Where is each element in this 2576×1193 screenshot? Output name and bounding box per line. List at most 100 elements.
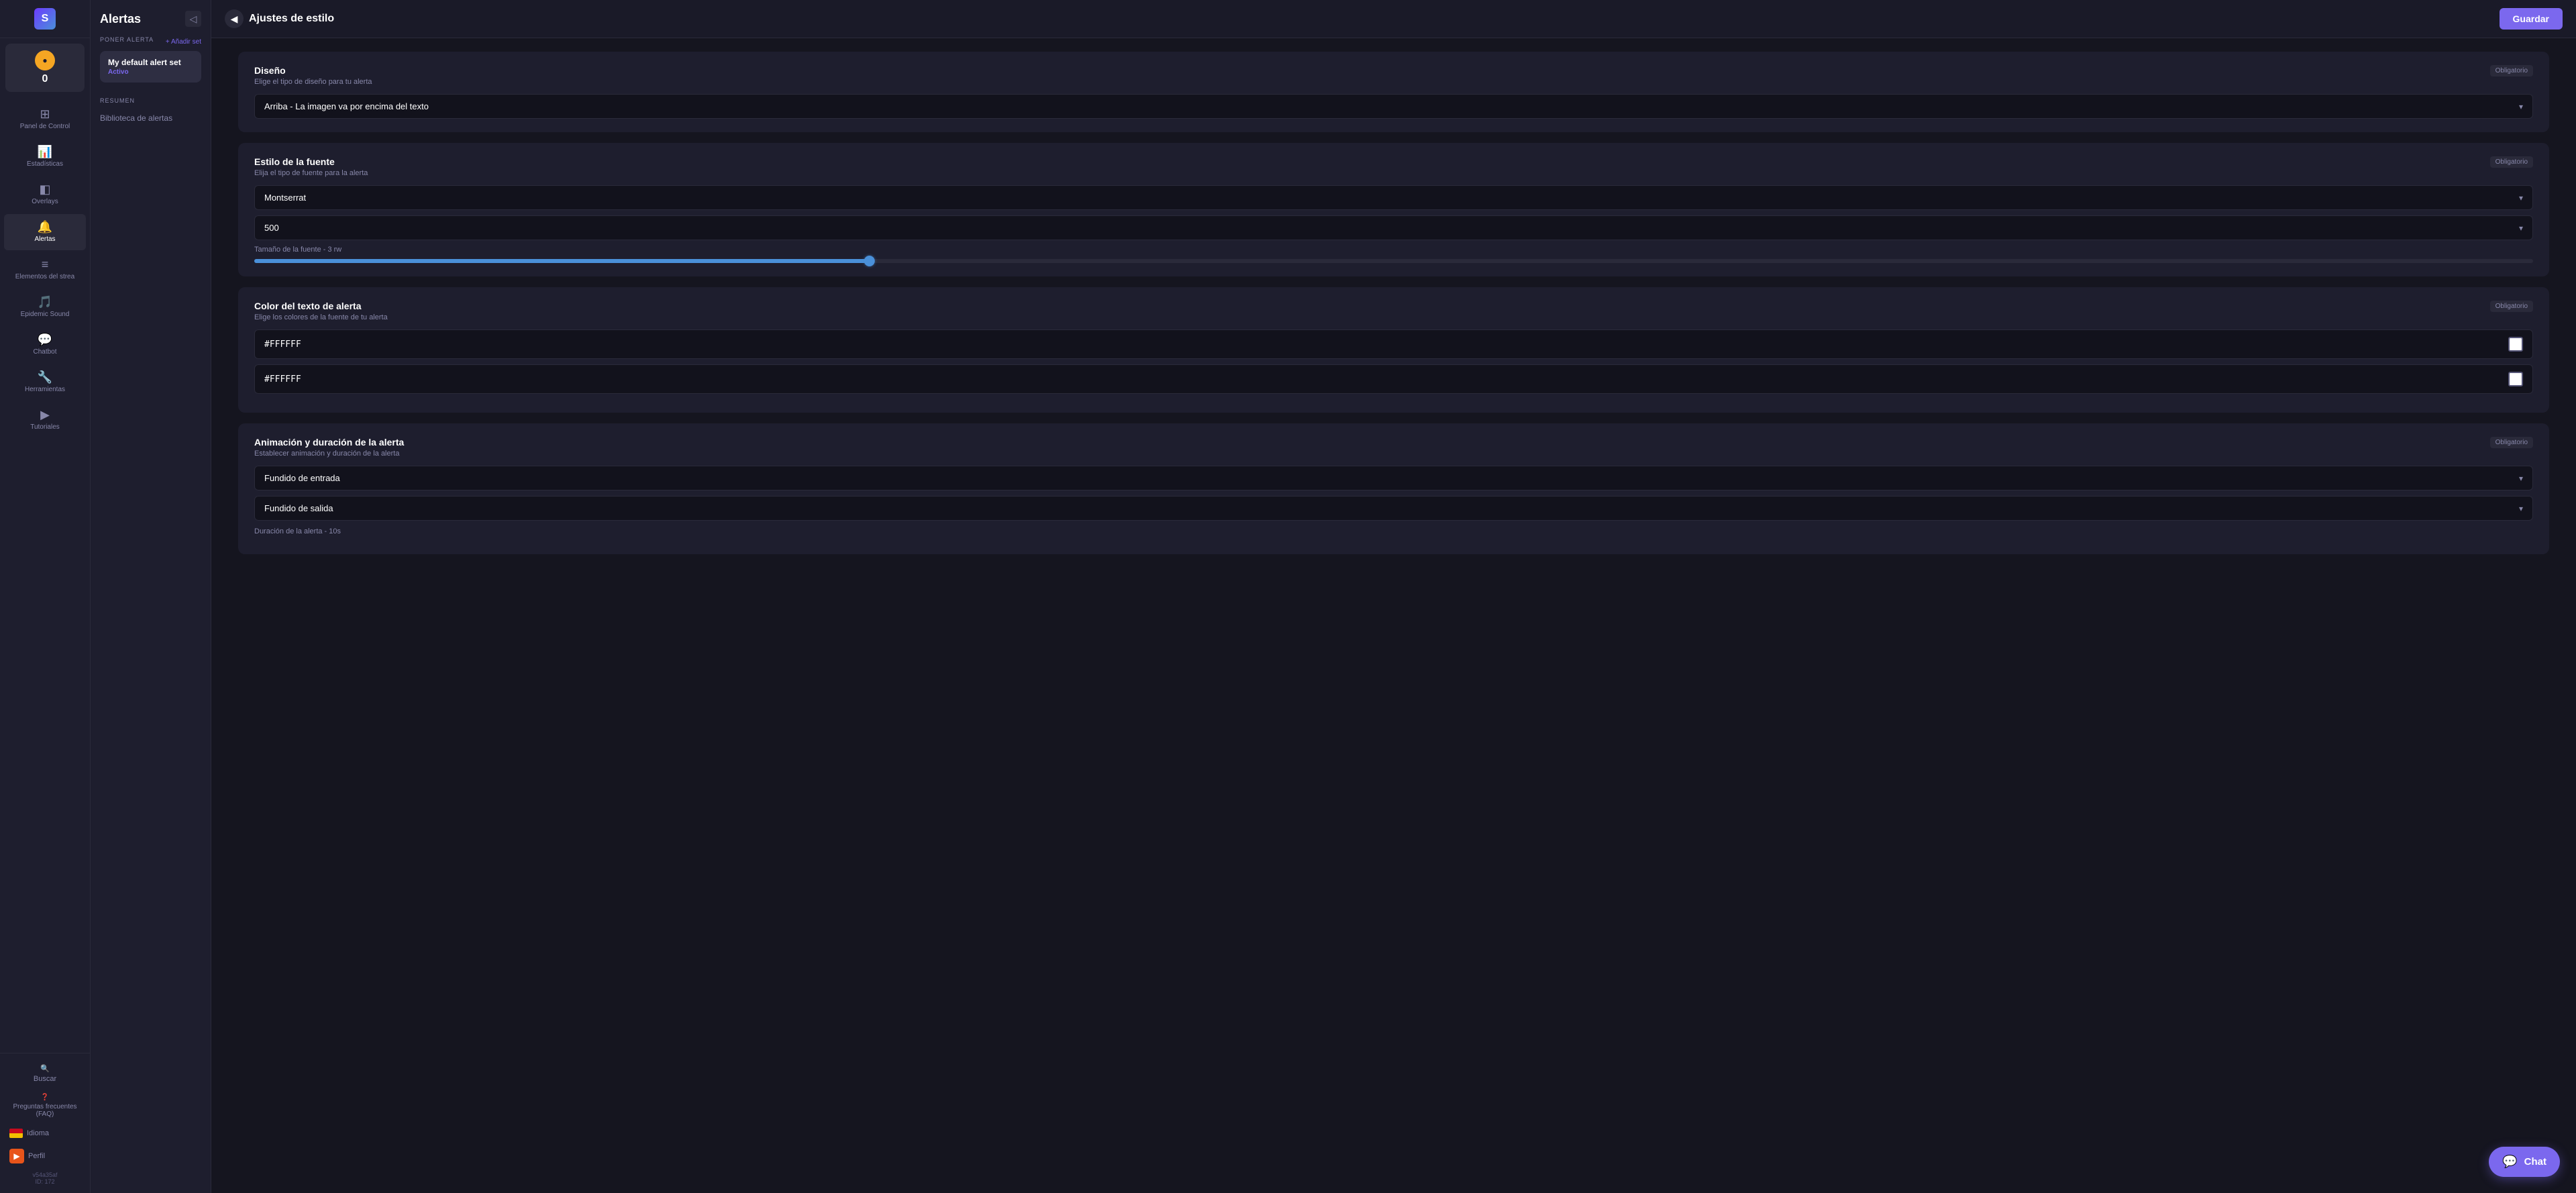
alerts-title: Alertas bbox=[100, 12, 141, 26]
search-icon: 🔍 bbox=[40, 1064, 50, 1073]
sidebar-item-tutoriales[interactable]: ▶ Tutoriales bbox=[4, 402, 86, 438]
section-diseno: Diseño Elige el tipo de diseño para tu a… bbox=[238, 52, 2549, 132]
entrada-select-value: Fundido de entrada bbox=[264, 473, 340, 483]
chevron-down-icon-entrada: ▾ bbox=[2519, 474, 2523, 483]
diseno-select[interactable]: Arriba - La imagen va por encima del tex… bbox=[254, 94, 2533, 119]
font-size-slider-label: Tamaño de la fuente - 3 rw bbox=[254, 246, 2533, 254]
resumen-label: RESUMEN bbox=[91, 91, 211, 108]
add-set-button[interactable]: + Añadir set bbox=[166, 38, 201, 46]
chat-bubble[interactable]: 💬 Chat bbox=[2489, 1147, 2560, 1177]
font-size-slider-container: Tamaño de la fuente - 3 rw bbox=[254, 246, 2533, 263]
search-item[interactable]: 🔍 Buscar bbox=[3, 1059, 87, 1088]
chatbot-label: Chatbot bbox=[33, 348, 56, 356]
font-name-select[interactable]: Montserrat ▾ bbox=[254, 185, 2533, 210]
obligatorio-badge-fuente: Obligatorio bbox=[2490, 156, 2533, 168]
save-button[interactable]: Guardar bbox=[2500, 8, 2563, 30]
nav-items: ⊞ Panel de Control 📊 Estadísticas ◧ Over… bbox=[0, 97, 90, 1053]
obligatorio-badge-color: Obligatorio bbox=[2490, 301, 2533, 312]
sidebar: S ● 0 ⊞ Panel de Control 📊 Estadísticas … bbox=[0, 0, 91, 1193]
duration-label: Duración de la alerta - 10s bbox=[254, 527, 2533, 535]
back-button[interactable]: ◀ Ajustes de estilo bbox=[225, 9, 334, 28]
section-estilo-fuente: Estilo de la fuente Elija el tipo de fue… bbox=[238, 143, 2549, 276]
color-row-1[interactable]: #FFFFFF bbox=[254, 329, 2533, 359]
sidebar-item-estadisticas[interactable]: 📊 Estadísticas bbox=[4, 139, 86, 175]
sidebar-item-alertas[interactable]: 🔔 Alertas bbox=[4, 214, 86, 250]
section-subtitle-fuente: Elija el tipo de fuente para la alerta bbox=[254, 169, 368, 177]
score-circle: ● bbox=[35, 50, 55, 70]
sidebar-item-overlays[interactable]: ◧ Overlays bbox=[4, 176, 86, 213]
section-color-texto: Color del texto de alerta Elige los colo… bbox=[238, 287, 2549, 413]
section-title-group-color: Color del texto de alerta Elige los colo… bbox=[254, 301, 388, 321]
back-arrow-icon: ◀ bbox=[225, 9, 244, 28]
entrada-select[interactable]: Fundido de entrada ▾ bbox=[254, 466, 2533, 490]
overlays-label: Overlays bbox=[32, 198, 58, 206]
poner-alerta-section: PONER ALERTA + Añadir set My default ale… bbox=[91, 34, 211, 91]
chevron-down-icon-font: ▾ bbox=[2519, 193, 2523, 203]
epidemic-label: Epidemic Sound bbox=[21, 311, 70, 319]
section-header-fuente: Estilo de la fuente Elija el tipo de fue… bbox=[254, 156, 2533, 177]
font-size-slider[interactable] bbox=[254, 259, 2533, 263]
estadisticas-icon: 📊 bbox=[38, 146, 52, 158]
section-title-group-diseno: Diseño Elige el tipo de diseño para tu a… bbox=[254, 65, 372, 86]
alerts-panel: Alertas ◁ PONER ALERTA + Añadir set My d… bbox=[91, 0, 211, 1193]
faq-label: Preguntas frecuentes (FAQ) bbox=[5, 1103, 85, 1118]
color-swatch-2[interactable] bbox=[2508, 372, 2523, 386]
elementos-icon: ≡ bbox=[42, 258, 49, 270]
salida-select[interactable]: Fundido de salida ▾ bbox=[254, 496, 2533, 521]
form-scroll: Diseño Elige el tipo de diseño para tu a… bbox=[211, 38, 2576, 1193]
version-info: v54a35af ID: 172 bbox=[3, 1169, 87, 1188]
alert-set-item[interactable]: My default alert set Activo bbox=[100, 51, 201, 83]
main-content: ◀ Ajustes de estilo Guardar Diseño Elige… bbox=[211, 0, 2576, 1193]
obligatorio-badge-diseno: Obligatorio bbox=[2490, 65, 2533, 76]
estadisticas-label: Estadísticas bbox=[27, 160, 63, 168]
score-box: ● 0 bbox=[5, 44, 85, 92]
faq-item[interactable]: ❓ Preguntas frecuentes (FAQ) bbox=[3, 1088, 87, 1123]
poner-header-row: PONER ALERTA + Añadir set bbox=[100, 36, 201, 47]
lang-label: Idioma bbox=[27, 1129, 49, 1137]
section-header-diseno: Diseño Elige el tipo de diseño para tu a… bbox=[254, 65, 2533, 86]
chevron-down-icon-weight: ▾ bbox=[2519, 223, 2523, 233]
section-subtitle-diseno: Elige el tipo de diseño para tu alerta bbox=[254, 78, 372, 86]
color-swatch-1[interactable] bbox=[2508, 337, 2523, 352]
color-row-2[interactable]: #FFFFFF bbox=[254, 364, 2533, 394]
profile-item[interactable]: ▶ Perfil bbox=[3, 1143, 87, 1169]
sidebar-item-panel[interactable]: ⊞ Panel de Control bbox=[4, 101, 86, 138]
chatbot-icon: 💬 bbox=[38, 333, 52, 346]
section-title-group-fuente: Estilo de la fuente Elija el tipo de fue… bbox=[254, 156, 368, 177]
section-title-animacion: Animación y duración de la alerta bbox=[254, 437, 404, 448]
panel-label: Panel de Control bbox=[20, 123, 70, 131]
font-weight-value: 500 bbox=[264, 223, 279, 233]
sidebar-item-herramientas[interactable]: 🔧 Herramientas bbox=[4, 364, 86, 401]
font-weight-select[interactable]: 500 ▾ bbox=[254, 215, 2533, 240]
alertas-label: Alertas bbox=[34, 236, 55, 244]
sidebar-item-elementos[interactable]: ≡ Elementos del strea bbox=[4, 252, 86, 288]
slider-thumb[interactable] bbox=[864, 256, 875, 266]
section-subtitle-color: Elige los colores de la fuente de tu ale… bbox=[254, 313, 388, 321]
collapse-button[interactable]: ◁ bbox=[185, 11, 201, 27]
tutoriales-label: Tutoriales bbox=[30, 423, 60, 431]
elementos-label: Elementos del strea bbox=[15, 273, 74, 281]
section-animacion: Animación y duración de la alerta Establ… bbox=[238, 423, 2549, 554]
lang-item[interactable]: Idioma bbox=[3, 1123, 87, 1143]
flag-icon bbox=[9, 1129, 23, 1138]
page-title: Ajustes de estilo bbox=[249, 13, 334, 25]
faq-icon: ❓ bbox=[41, 1094, 49, 1101]
obligatorio-badge-animacion: Obligatorio bbox=[2490, 437, 2533, 448]
section-title-diseno: Diseño bbox=[254, 65, 372, 76]
alert-set-name: My default alert set bbox=[108, 58, 193, 67]
score-number: 0 bbox=[42, 73, 48, 85]
section-subtitle-animacion: Establecer animación y duración de la al… bbox=[254, 450, 404, 458]
sidebar-item-chatbot[interactable]: 💬 Chatbot bbox=[4, 327, 86, 363]
app-logo: S bbox=[34, 8, 56, 30]
epidemic-icon: 🎵 bbox=[38, 296, 52, 308]
sidebar-bottom: 🔍 Buscar ❓ Preguntas frecuentes (FAQ) Id… bbox=[0, 1053, 90, 1193]
main-header: ◀ Ajustes de estilo Guardar bbox=[211, 0, 2576, 38]
sidebar-item-epidemic[interactable]: 🎵 Epidemic Sound bbox=[4, 289, 86, 325]
panel-icon: ⊞ bbox=[40, 108, 50, 120]
diseno-select-value: Arriba - La imagen va por encima del tex… bbox=[264, 101, 429, 111]
slider-fill bbox=[254, 259, 869, 263]
alertas-icon: 🔔 bbox=[38, 221, 52, 233]
logo-area: S bbox=[0, 0, 90, 38]
biblioteca-link[interactable]: Biblioteca de alertas bbox=[91, 108, 211, 128]
color-value-1: #FFFFFF bbox=[264, 340, 2502, 350]
